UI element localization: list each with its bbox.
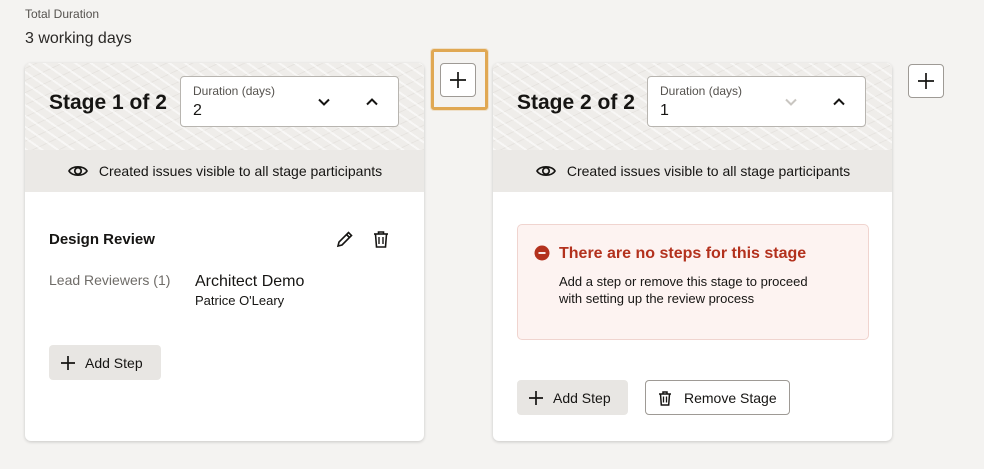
- stage-card-2: Stage 2 of 2 Duration (days) 1 Created i…: [493, 63, 892, 441]
- add-stage-end-button[interactable]: [908, 64, 944, 98]
- stage-title: Stage 2 of 2: [517, 91, 635, 114]
- chevron-down-icon: [318, 98, 330, 106]
- visibility-text: Created issues visible to all stage part…: [98, 163, 383, 179]
- trash-icon: [659, 390, 671, 406]
- error-icon: [534, 245, 550, 261]
- duration-value[interactable]: 1: [660, 102, 669, 120]
- reviewer-name: Architect Demo: [195, 273, 305, 290]
- duration-input[interactable]: Duration (days) 1: [647, 76, 866, 127]
- duration-value[interactable]: 2: [193, 102, 202, 120]
- decrease-duration-button[interactable]: [312, 90, 336, 114]
- add-step-label: Add Step: [553, 389, 611, 406]
- remove-stage-button[interactable]: Remove Stage: [645, 380, 790, 415]
- no-steps-error: There are no steps for this stage Add a …: [517, 224, 869, 340]
- duration-input[interactable]: Duration (days) 2: [180, 76, 399, 127]
- visibility-text: Created issues visible to all stage part…: [566, 163, 851, 179]
- add-step-label: Add Step: [85, 354, 143, 371]
- eye-icon: [67, 166, 88, 176]
- chevron-down-icon: [785, 98, 797, 106]
- pencil-icon: [336, 231, 353, 248]
- increase-duration-button[interactable]: [827, 90, 851, 114]
- chevron-up-icon: [366, 98, 378, 106]
- plus-icon: [918, 73, 934, 89]
- visibility-notice: Created issues visible to all stage part…: [493, 150, 892, 192]
- duration-label: Duration (days): [660, 84, 743, 98]
- chevron-up-icon: [833, 98, 845, 106]
- remove-stage-label: Remove Stage: [684, 389, 777, 406]
- stage-header: Stage 1 of 2 Duration (days) 2: [25, 63, 424, 150]
- stage-header: Stage 2 of 2 Duration (days) 1: [493, 63, 892, 150]
- duration-label: Duration (days): [193, 84, 276, 98]
- increase-duration-button[interactable]: [360, 90, 384, 114]
- plus-icon: [450, 72, 466, 88]
- visibility-notice: Created issues visible to all stage part…: [25, 150, 424, 192]
- edit-step-button[interactable]: [334, 228, 356, 250]
- error-message: Add a step or remove this stage to proce…: [559, 274, 808, 306]
- plus-icon: [529, 390, 543, 405]
- add-stage-between-button[interactable]: [440, 63, 476, 97]
- plus-icon: [61, 355, 75, 370]
- error-title: There are no steps for this stage: [559, 245, 807, 262]
- total-duration-value: 3 working days: [25, 30, 132, 47]
- eye-icon: [535, 166, 556, 176]
- lead-reviewers-label: Lead Reviewers (1): [49, 272, 171, 288]
- trash-icon: [374, 231, 388, 248]
- reviewer-subtitle: Patrice O'Leary: [195, 293, 285, 308]
- step-title: Design Review: [49, 231, 155, 248]
- decrease-duration-button[interactable]: [779, 90, 803, 114]
- add-step-button[interactable]: Add Step: [49, 345, 161, 380]
- total-duration-label: Total Duration: [25, 7, 100, 21]
- delete-step-button[interactable]: [370, 228, 392, 250]
- stage-card-1: Stage 1 of 2 Duration (days) 2 Created i…: [25, 63, 424, 441]
- add-step-button[interactable]: Add Step: [517, 380, 628, 415]
- stage-title: Stage 1 of 2: [49, 91, 167, 114]
